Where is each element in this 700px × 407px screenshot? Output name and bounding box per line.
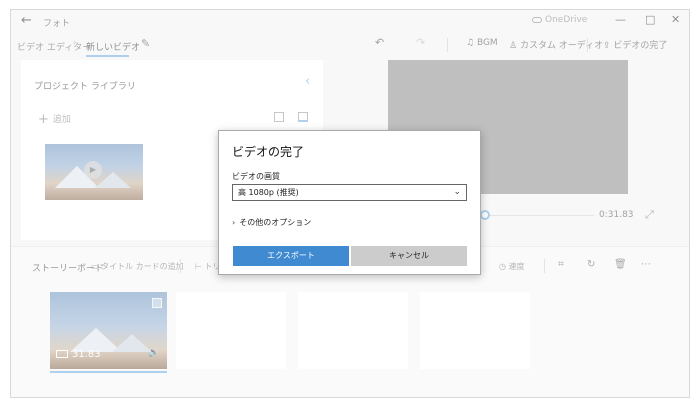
dialog-title: ビデオの完了 (232, 145, 305, 159)
cancel-button[interactable]: キャンセル (351, 246, 467, 266)
more-options-expander[interactable]: › その他のオプション (232, 217, 311, 228)
video-quality-select[interactable]: 高 1080p (推奨) ⌄ (232, 184, 467, 201)
chevron-right-icon: › (232, 218, 236, 227)
video-quality-label: ビデオの画質 (232, 172, 280, 181)
more-options-label: その他のオプション (239, 218, 312, 227)
finish-video-dialog: ビデオの完了 ビデオの画質 高 1080p (推奨) ⌄ › その他のオプション … (218, 130, 481, 275)
video-quality-value: 高 1080p (推奨) (238, 188, 299, 197)
chevron-down-icon: ⌄ (453, 187, 461, 197)
export-button[interactable]: エクスポート (233, 246, 349, 266)
